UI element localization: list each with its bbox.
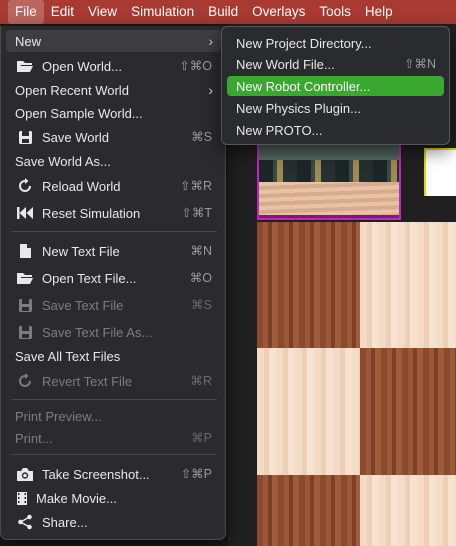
menu-item-share[interactable]: Share... [6, 511, 221, 533]
floor-tile [257, 222, 360, 348]
new-file-icon [15, 243, 35, 259]
menu-item-label: New [15, 33, 42, 49]
shortcut: ⇧⌘N [403, 57, 436, 71]
shortcut: ⌘P [191, 431, 212, 445]
shortcut: ⇧⌘P [180, 467, 212, 481]
floor-tile [360, 475, 456, 546]
share-icon [15, 514, 35, 530]
menu-separator [11, 454, 217, 455]
menu-overlays[interactable]: Overlays [245, 0, 312, 24]
submenu-item-new-world-file[interactable]: New World File... ⇧⌘N [227, 54, 444, 74]
folder-open-icon [15, 270, 35, 286]
menu-item-label: Save Text File As... [42, 324, 153, 340]
menu-item-label: Open Sample World... [15, 105, 143, 121]
menu-item-label: Take Screenshot... [42, 466, 150, 482]
reload-icon [15, 373, 35, 389]
shortcut: ⌘O [189, 271, 212, 285]
menu-item-save-all-text-files[interactable]: Save All Text Files [6, 345, 221, 367]
floppy-disk-icon [15, 129, 35, 145]
menu-item-reload-world[interactable]: Reload World ⇧⌘R [6, 175, 221, 197]
film-icon [15, 490, 29, 506]
rewind-icon [15, 205, 35, 221]
shortcut: ⇧⌘T [181, 206, 212, 220]
menu-item-new[interactable]: New › [6, 30, 221, 52]
shortcut: ⌘S [191, 130, 212, 144]
floor-tile [257, 475, 360, 546]
menu-file[interactable]: File [8, 0, 44, 24]
menu-item-label: Save All Text Files [15, 348, 121, 364]
menu-item-label: Open Text File... [42, 270, 137, 286]
floor-tile [360, 348, 456, 475]
floppy-disk-icon [15, 297, 35, 313]
thumbnail-wall [259, 160, 399, 182]
menu-bar: File Edit View Simulation Build Overlays… [0, 0, 456, 24]
menu-item-label: Make Movie... [36, 490, 117, 506]
menu-item-label: Reset Simulation [42, 205, 141, 221]
submenu-item-new-robot-controller[interactable]: New Robot Controller... [227, 76, 444, 96]
menu-item-label: Print Preview... [15, 408, 102, 424]
camera-icon [15, 466, 35, 482]
menu-item-make-movie[interactable]: Make Movie... [6, 487, 221, 509]
shortcut: ⌘S [191, 298, 212, 312]
menu-item-label: New PROTO... [236, 122, 323, 138]
menu-item-label: New Project Directory... [236, 35, 372, 51]
menu-item-open-world[interactable]: Open World... ⇧⌘O [6, 55, 221, 77]
menu-tools[interactable]: Tools [312, 0, 358, 24]
menu-item-label: Save Text File [42, 297, 124, 313]
floor-tile [360, 222, 456, 348]
menu-item-label: Save World As... [15, 153, 111, 169]
shortcut: ⌘R [190, 374, 212, 388]
menu-item-label: Save World [42, 129, 109, 145]
menu-item-label: New Physics Plugin... [236, 100, 361, 116]
menu-item-label: Open World... [42, 58, 122, 74]
menu-item-label: New Text File [42, 243, 120, 259]
menu-item-reset-simulation[interactable]: Reset Simulation ⇧⌘T [6, 202, 221, 224]
menu-item-new-text-file[interactable]: New Text File ⌘N [6, 240, 221, 262]
menu-item-save-text-file[interactable]: Save Text File ⌘S [6, 294, 221, 316]
submenu-item-new-project-directory[interactable]: New Project Directory... [227, 33, 444, 53]
reload-icon [15, 178, 35, 194]
shortcut: ⇧⌘R [179, 179, 212, 193]
menu-item-label: Reload World [42, 178, 121, 194]
chevron-right-icon: › [208, 33, 213, 49]
menu-item-label: Print... [15, 430, 53, 446]
menu-item-save-world[interactable]: Save World ⌘S [6, 126, 221, 148]
shortcut: ⌘N [190, 244, 212, 258]
floppy-disk-icon [15, 324, 35, 340]
menu-item-save-world-as[interactable]: Save World As... [6, 150, 221, 172]
menu-simulation[interactable]: Simulation [124, 0, 201, 24]
menu-item-label: New World File... [236, 56, 335, 72]
chevron-right-icon: › [208, 82, 213, 98]
menu-item-label: Revert Text File [42, 373, 133, 389]
menu-item-label: Open Recent World [15, 82, 129, 98]
shortcut: ⇧⌘O [179, 59, 212, 73]
scene-object-white [424, 148, 456, 196]
menu-edit[interactable]: Edit [44, 0, 81, 24]
menu-item-label: Share... [42, 514, 88, 530]
menu-separator [11, 399, 217, 400]
menu-item-take-screenshot[interactable]: Take Screenshot... ⇧⌘P [6, 463, 221, 485]
menu-item-label: New Robot Controller... [236, 78, 371, 94]
menu-item-save-text-file-as[interactable]: Save Text File As... [6, 321, 221, 343]
menu-item-print-preview[interactable]: Print Preview... [6, 405, 221, 427]
3d-viewport-floor[interactable] [257, 222, 456, 546]
menu-item-print[interactable]: Print... ⌘P [6, 427, 221, 449]
menu-separator [11, 231, 217, 232]
submenu-item-new-physics-plugin[interactable]: New Physics Plugin... [227, 98, 444, 118]
thumbnail-border [259, 215, 399, 218]
menu-build[interactable]: Build [201, 0, 245, 24]
menu-help[interactable]: Help [358, 0, 400, 24]
floor-tile [257, 348, 360, 475]
folder-open-icon [15, 58, 35, 74]
menu-item-open-recent-world[interactable]: Open Recent World › [6, 79, 221, 101]
menu-item-open-sample-world[interactable]: Open Sample World... [6, 102, 221, 124]
menu-item-open-text-file[interactable]: Open Text File... ⌘O [6, 267, 221, 289]
menu-item-revert-text-file[interactable]: Revert Text File ⌘R [6, 370, 221, 392]
file-menu-dropdown: New › Open World... ⇧⌘O Open Recent Worl… [0, 26, 226, 540]
new-submenu: New Project Directory... New World File.… [221, 26, 450, 145]
menu-view[interactable]: View [81, 0, 124, 24]
submenu-item-new-proto[interactable]: New PROTO... [227, 120, 444, 140]
